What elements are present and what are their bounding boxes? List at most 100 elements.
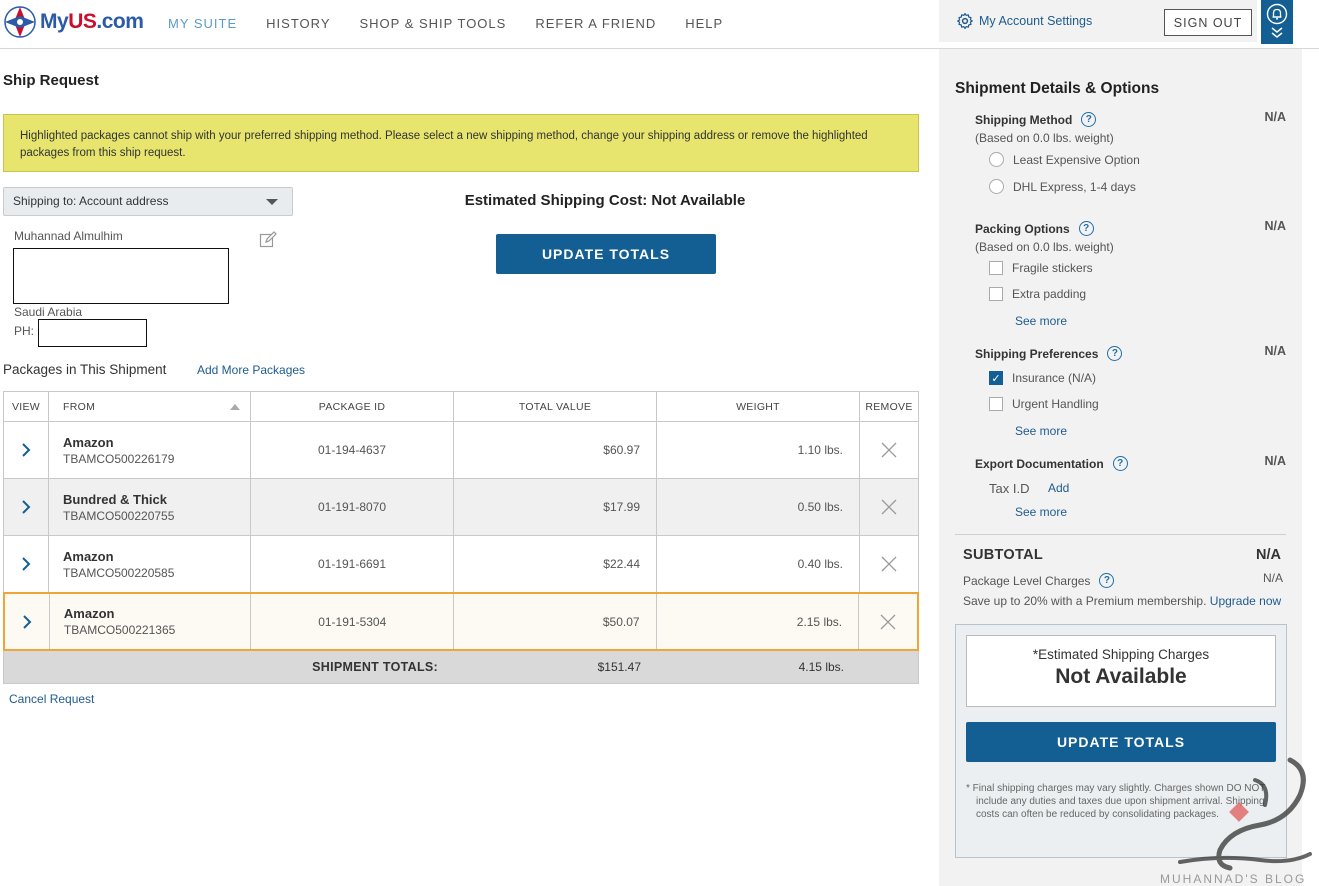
shipping-method-value: N/A (1264, 110, 1286, 124)
package-level-charges: Package Level Charges ? (963, 573, 1115, 588)
close-icon (881, 442, 897, 458)
packages-table: VIEW FROM PACKAGE ID TOTAL VALUE WEIGHT … (3, 391, 919, 684)
nav-my-suite[interactable]: MY SUITE (168, 16, 237, 31)
notifications-button[interactable] (1261, 0, 1293, 44)
th-weight: WEIGHT (657, 392, 860, 421)
shipping-to-dropdown[interactable]: Shipping to: Account address (3, 187, 293, 216)
table-row-highlighted: Amazon TBAMCO500221365 01-191-5304 $50.0… (3, 592, 919, 651)
shipping-method-heading: Shipping Method ? (975, 112, 1097, 127)
packing-options-heading: Packing Options ? (975, 221, 1094, 236)
help-icon[interactable]: ? (1107, 346, 1123, 361)
radio-dhl-express[interactable]: DHL Express, 1-4 days (989, 179, 1136, 194)
checkbox-box (989, 287, 1003, 301)
export-documentation-label: Export Documentation (975, 456, 1104, 471)
radio-circle (989, 152, 1004, 167)
cancel-request-link[interactable]: Cancel Request (9, 692, 94, 706)
table-row: Amazon TBAMCO500226179 01-194-4637 $60.9… (3, 422, 919, 479)
checkbox-fragile-stickers[interactable]: Fragile stickers (989, 261, 1093, 275)
th-from-label: FROM (63, 400, 96, 413)
radio-least-expensive[interactable]: Least Expensive Option (989, 152, 1140, 167)
edit-icon[interactable] (259, 231, 277, 249)
estimated-charges-box: *Estimated Shipping Charges Not Availabl… (966, 635, 1276, 707)
expand-row-button[interactable] (5, 594, 50, 649)
close-icon (880, 614, 896, 629)
address-name: Muhannad Almulhim (14, 229, 123, 243)
premium-promo: Save up to 20% with a Premium membership… (963, 594, 1281, 608)
add-more-packages-link[interactable]: Add More Packages (197, 363, 305, 377)
upgrade-now-link[interactable]: Upgrade now (1210, 594, 1281, 608)
checkmark-icon: ✓ (989, 371, 1003, 385)
help-icon[interactable]: ? (1081, 112, 1097, 127)
account-settings-link[interactable]: My Account Settings (956, 12, 1092, 30)
see-more-packing-link[interactable]: See more (1015, 314, 1067, 328)
remove-package-button[interactable] (860, 422, 918, 478)
shipping-method-sub: (Based on 0.0 lbs. weight) (975, 131, 1114, 145)
update-totals-button[interactable]: UPDATE TOTALS (496, 234, 716, 274)
package-id-cell: 01-191-5304 (251, 594, 454, 649)
expand-row-button[interactable] (4, 536, 49, 592)
package-id-cell: 01-191-6691 (251, 536, 454, 592)
close-icon (881, 499, 897, 515)
estimated-shipping-cost: Estimated Shipping Cost: Not Available (464, 192, 746, 209)
radio-label: DHL Express, 1-4 days (1013, 179, 1136, 194)
checkbox-insurance[interactable]: ✓ Insurance (N/A) (989, 371, 1096, 385)
checkbox-extra-padding[interactable]: Extra padding (989, 287, 1086, 301)
sort-up-icon (230, 403, 240, 410)
estimated-charges-value: Not Available (1055, 665, 1187, 688)
tax-id-label: Tax I.D (989, 481, 1030, 496)
packing-options-sub: (Based on 0.0 lbs. weight) (975, 240, 1114, 254)
checkbox-box (989, 397, 1003, 411)
package-id-cell: 01-194-4637 (251, 422, 454, 478)
nav-refer-a-friend[interactable]: REFER A FRIEND (535, 16, 656, 31)
checkbox-box (989, 261, 1003, 275)
bell-icon (1266, 3, 1288, 25)
packing-options-value: N/A (1264, 219, 1286, 233)
radio-label: Least Expensive Option (1013, 152, 1140, 167)
th-package-id: PACKAGE ID (251, 392, 454, 421)
package-level-charges-label: Package Level Charges (963, 573, 1091, 588)
nav-help[interactable]: HELP (685, 16, 723, 31)
weight-cell: 2.15 lbs. (657, 594, 860, 649)
myus-logo[interactable]: MyUS.com (4, 6, 144, 38)
from-cell: Amazon TBAMCO500220585 (49, 536, 251, 592)
expand-row-button[interactable] (4, 479, 49, 535)
th-from[interactable]: FROM (49, 392, 251, 421)
shipping-preferences-value: N/A (1264, 344, 1286, 358)
export-documentation-value: N/A (1264, 454, 1286, 468)
tax-id-add-link[interactable]: Add (1048, 481, 1069, 495)
help-icon[interactable]: ? (1078, 221, 1094, 236)
see-more-preferences-link[interactable]: See more (1015, 424, 1067, 438)
sign-out-button[interactable]: SIGN OUT (1164, 9, 1252, 36)
see-more-export-link[interactable]: See more (1015, 505, 1067, 519)
checkbox-label: Fragile stickers (1012, 261, 1093, 275)
from-name: Bundred & Thick (63, 491, 168, 507)
weight-cell: 1.10 lbs. (657, 422, 860, 478)
radio-circle (989, 179, 1004, 194)
shipment-totals-row: SHIPMENT TOTALS: $151.47 4.15 lbs. (3, 651, 919, 684)
from-name: Amazon (63, 548, 114, 564)
th-total-value: TOTAL VALUE (454, 392, 657, 421)
expand-row-button[interactable] (4, 422, 49, 478)
nav-shop-ship-tools[interactable]: SHOP & SHIP TOOLS (360, 16, 507, 31)
help-icon[interactable]: ? (1112, 456, 1128, 471)
remove-package-button[interactable] (859, 594, 917, 649)
page-title: Ship Request (3, 72, 99, 89)
checkbox-urgent-handling[interactable]: Urgent Handling (989, 397, 1099, 411)
account-settings-label: My Account Settings (979, 14, 1093, 28)
shipping-method-label: Shipping Method (975, 112, 1073, 127)
shipping-preferences-label: Shipping Preferences (975, 346, 1099, 361)
checkbox-label: Urgent Handling (1012, 397, 1099, 411)
export-documentation-heading: Export Documentation ? (975, 456, 1128, 471)
chevron-right-icon (23, 614, 32, 629)
nav-history[interactable]: HISTORY (266, 16, 330, 31)
remove-package-button[interactable] (860, 479, 918, 535)
chevron-right-icon (22, 500, 31, 514)
help-icon[interactable]: ? (1099, 573, 1115, 588)
remove-package-button[interactable] (860, 536, 918, 592)
table-row: Bundred & Thick TBAMCO500220755 01-191-8… (3, 479, 919, 536)
subtotal-value: N/A (1256, 547, 1281, 563)
warning-alert: Highlighted packages cannot ship with yo… (3, 114, 919, 172)
premium-text: Save up to 20% with a Premium membership… (963, 594, 1207, 608)
from-code: TBAMCO500220585 (63, 565, 175, 580)
table-row: Amazon TBAMCO500220585 01-191-6691 $22.4… (3, 536, 919, 593)
